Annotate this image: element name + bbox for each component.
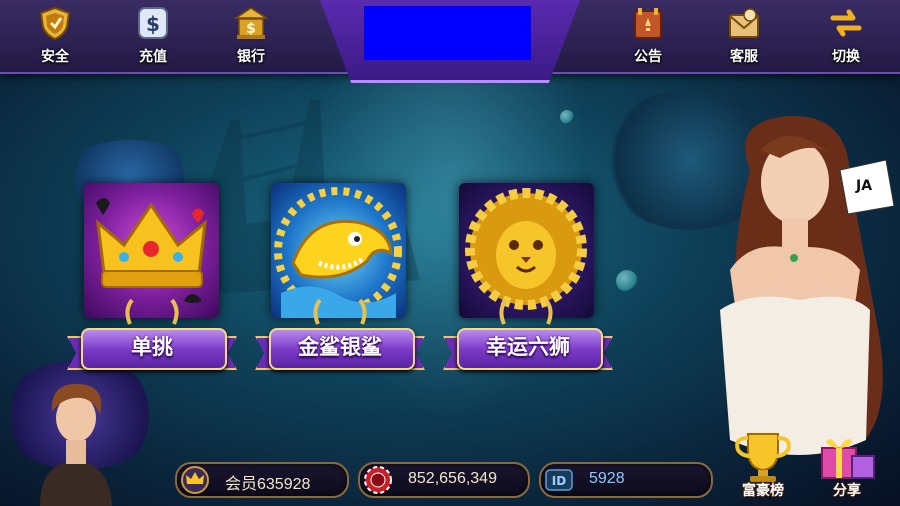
rich-list-button[interactable]: 富豪榜: [728, 428, 798, 502]
bank-label: 银行: [237, 49, 265, 65]
share-button[interactable]: 分享: [812, 428, 882, 502]
user-id-value: 5928: [589, 470, 625, 487]
customer-service-button[interactable]: 客服: [714, 6, 774, 68]
game-label: 金鲨银鲨: [298, 335, 382, 359]
user-id-pill[interactable]: ID 5928: [539, 462, 713, 498]
glow-bubble: [560, 110, 574, 124]
bank-button[interactable]: $ 银行: [221, 6, 281, 68]
logo-placeholder: [364, 6, 531, 60]
share-label: 分享: [833, 483, 861, 499]
switch-account-label: 切换: [832, 49, 860, 65]
id-badge-icon: ID: [545, 469, 573, 491]
glow-bubble: [616, 270, 638, 292]
notice-board-icon: [634, 8, 662, 39]
svg-text:ID: ID: [552, 474, 566, 488]
switch-account-button[interactable]: 切换: [816, 6, 876, 68]
game-banner-lucky-lions[interactable]: 幸运六狮: [443, 322, 613, 372]
mail-envelope-icon: [729, 8, 759, 38]
recharge-button[interactable]: $ 充值: [123, 6, 183, 68]
crown-avatar-icon: [181, 466, 209, 494]
poker-chip-icon: [364, 466, 392, 494]
svg-text:JA: JA: [855, 178, 872, 194]
bank-icon: $: [233, 7, 269, 39]
dollar-icon: $: [138, 7, 168, 39]
notice-label: 公告: [634, 49, 662, 65]
member-name: 会员635928: [225, 476, 311, 493]
rich-list-label: 富豪榜: [742, 483, 784, 499]
svg-text:$: $: [246, 21, 256, 37]
switch-arrows-icon: [830, 9, 862, 37]
game-label: 幸运六狮: [486, 335, 570, 359]
recharge-label: 充值: [139, 49, 167, 65]
avatar[interactable]: [30, 378, 120, 506]
trophy-icon: [735, 433, 791, 482]
member-name-pill[interactable]: 会员635928: [175, 462, 349, 498]
coin-balance: 852,656,349: [408, 470, 497, 487]
game-banner-duel[interactable]: 单挑: [67, 322, 237, 372]
security-label: 安全: [41, 49, 69, 65]
customer-service-label: 客服: [730, 49, 758, 65]
coin-balance-pill[interactable]: 852,656,349: [358, 462, 530, 498]
notice-button[interactable]: 公告: [618, 6, 678, 68]
game-label: 单挑: [131, 335, 173, 359]
gift-box-icon: [821, 439, 875, 479]
svg-text:$: $: [146, 12, 160, 36]
game-banner-golden-shark[interactable]: 金鲨银鲨: [255, 322, 425, 372]
shield-icon: [39, 6, 71, 41]
security-button[interactable]: 安全: [25, 6, 85, 68]
